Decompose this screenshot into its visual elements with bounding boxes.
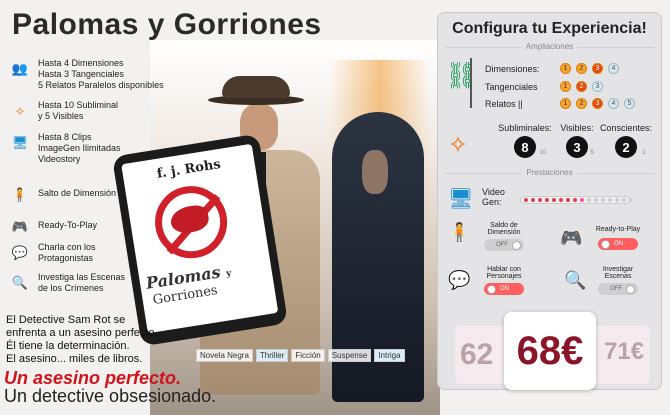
price-selected[interactable]: 68€ [504,312,596,390]
gamepad-icon: 🎮 [11,218,29,234]
feature-text: Hasta 8 Clips ImageGen Ilimitadas Videos… [38,132,121,164]
feature-dimensions: 👥 Hasta 4 Dimensiones Hasta 3 Tangencial… [8,58,164,91]
toggle-ready[interactable]: ON [598,238,638,250]
option-ready: Ready-to-Play ON [590,226,646,250]
stat-label: Conscientes: [599,123,653,133]
stat-conscientes: Conscientes: 2 2 [598,123,654,158]
stat-subliminales: Subliminales: 8 10 [494,123,556,158]
option-label: Ready-to-Play [595,226,641,233]
page-title: Palomas y Gorriones [12,8,322,41]
feature-text: Hasta 4 Dimensiones Hasta 3 Tangenciales… [38,58,164,90]
feature-text: Hasta 10 Subliminal y 5 Visibles [38,100,119,121]
book-author: f. j. Rohs [155,156,222,182]
option-dot[interactable]: 2 [576,98,587,109]
detective-hat [222,76,290,98]
video-gen-slider-fill [524,198,633,202]
option-dot[interactable]: 3 [592,63,603,74]
toggle-saldo[interactable]: OFF [484,239,524,251]
feature-subliminal: ⟡ Hasta 10 Subliminal y 5 Visibles [8,100,118,122]
stat-value[interactable]: 3 [566,136,588,158]
gamepad-icon: 🎮 [560,228,583,248]
feature-investigate: 🔍 Investiga las Escenas de los Crímenes [8,272,125,294]
option-dot[interactable]: 5 [624,98,635,109]
price-prev[interactable]: 62 [460,338,493,372]
option-label: Hablar con Personajes [486,266,522,280]
network-nodes-icon: ⟡ [450,130,466,157]
toggle-investigar[interactable]: OFF [598,283,638,295]
dimension-jump-icon: 🧍 [11,186,29,202]
option-dot[interactable]: 3 [592,81,603,92]
feature-chat: 💬 Charla con los Protagonistas [8,242,96,264]
row-tangenciales: Tangenciales 1 2 3 [485,81,603,92]
row-dimensiones: Dimensiones: 1 2 3 4 [485,63,619,74]
feature-ready-to-play: 🎮 Ready-To-Play [8,216,97,236]
tag[interactable]: Intriga [374,349,405,362]
stat-max: 10 [539,150,547,156]
stat-max: 5 [590,150,594,156]
feature-text: Ready-To-Play [38,220,98,230]
dimension-jump-icon: 🧍 [448,222,471,242]
row-label: Relatos || [485,98,523,109]
chat-people-icon: 💬 [448,270,471,290]
magnifier-icon: 🔍 [564,270,587,290]
magnifier-icon: 🔍 [11,274,29,290]
option-investigar: Investigar Escenas OFF [590,266,646,295]
book-description: El Detective Sam Rot se enfrenta a un as… [6,314,158,365]
tree-connector [470,58,484,108]
stat-max: 2 [642,150,646,156]
tag[interactable]: Novela Negra [196,349,253,362]
feature-text: Investiga las Escenas de los Crímenes [38,272,126,293]
row-label: Dimensiones: [485,63,540,74]
tag[interactable]: Ficción [291,349,325,362]
option-dot[interactable]: 2 [576,81,587,92]
option-label: Investigar Escenas [602,266,634,280]
config-title: Configura tu Experiencia! [452,20,647,37]
option-dot[interactable]: 1 [560,63,571,74]
section-prestaciones: Prestaciones [437,168,662,177]
toggle-hablar[interactable]: ON [484,283,524,295]
row-relatos: Relatos || 1 2 3 4 5 [485,98,635,109]
monitor-icon: 🖥 [11,134,29,150]
stat-visibles: Visibles: 3 5 [556,123,598,158]
tag[interactable]: Suspense [327,349,372,362]
tag[interactable]: Thriller [255,349,289,362]
row-label: Tangenciales [485,81,538,92]
section-ampliaciones: Ampliaciones [437,42,662,51]
book-cover: f. j. Rohs Palomas y Gorriones [121,143,279,334]
option-label: Saldo de Dimensión [487,222,521,236]
option-hablar: Hablar con Personajes ON [476,266,532,295]
option-dot[interactable]: 4 [608,63,619,74]
stat-label: Visibles: [560,123,594,133]
monitor-icon: 🖥 [448,188,474,210]
chat-people-icon: 💬 [11,244,29,260]
people-tree-icon: 👥 [11,60,29,76]
video-gen-label: Video Gen: [482,187,505,207]
price-next[interactable]: 71€ [604,338,644,366]
option-dot[interactable]: 1 [560,98,571,109]
option-dot[interactable]: 1 [560,81,571,92]
feature-dimension-jump: 🧍 Salto de Dimensión [8,184,116,204]
option-dot[interactable]: 3 [592,98,603,109]
option-saldo: Saldo de Dimensión OFF [476,222,532,251]
feature-clips: 🖥 Hasta 8 Clips ImageGen Ilimitadas Vide… [8,132,121,165]
slogan-line-2: Un detective obsesionado. [4,386,217,406]
hooded-figure-face [362,150,388,194]
option-dot[interactable]: 4 [608,98,619,109]
genre-tags: Novela Negra Thriller Ficción Suspense I… [196,349,408,362]
option-dot[interactable]: 2 [576,63,587,74]
network-nodes-icon: ⟡ [15,102,25,118]
feature-text: Charla con los Protagonistas [38,242,96,263]
stat-label: Subliminales: [498,123,552,133]
feature-text: Salto de Dimensión [38,188,117,198]
